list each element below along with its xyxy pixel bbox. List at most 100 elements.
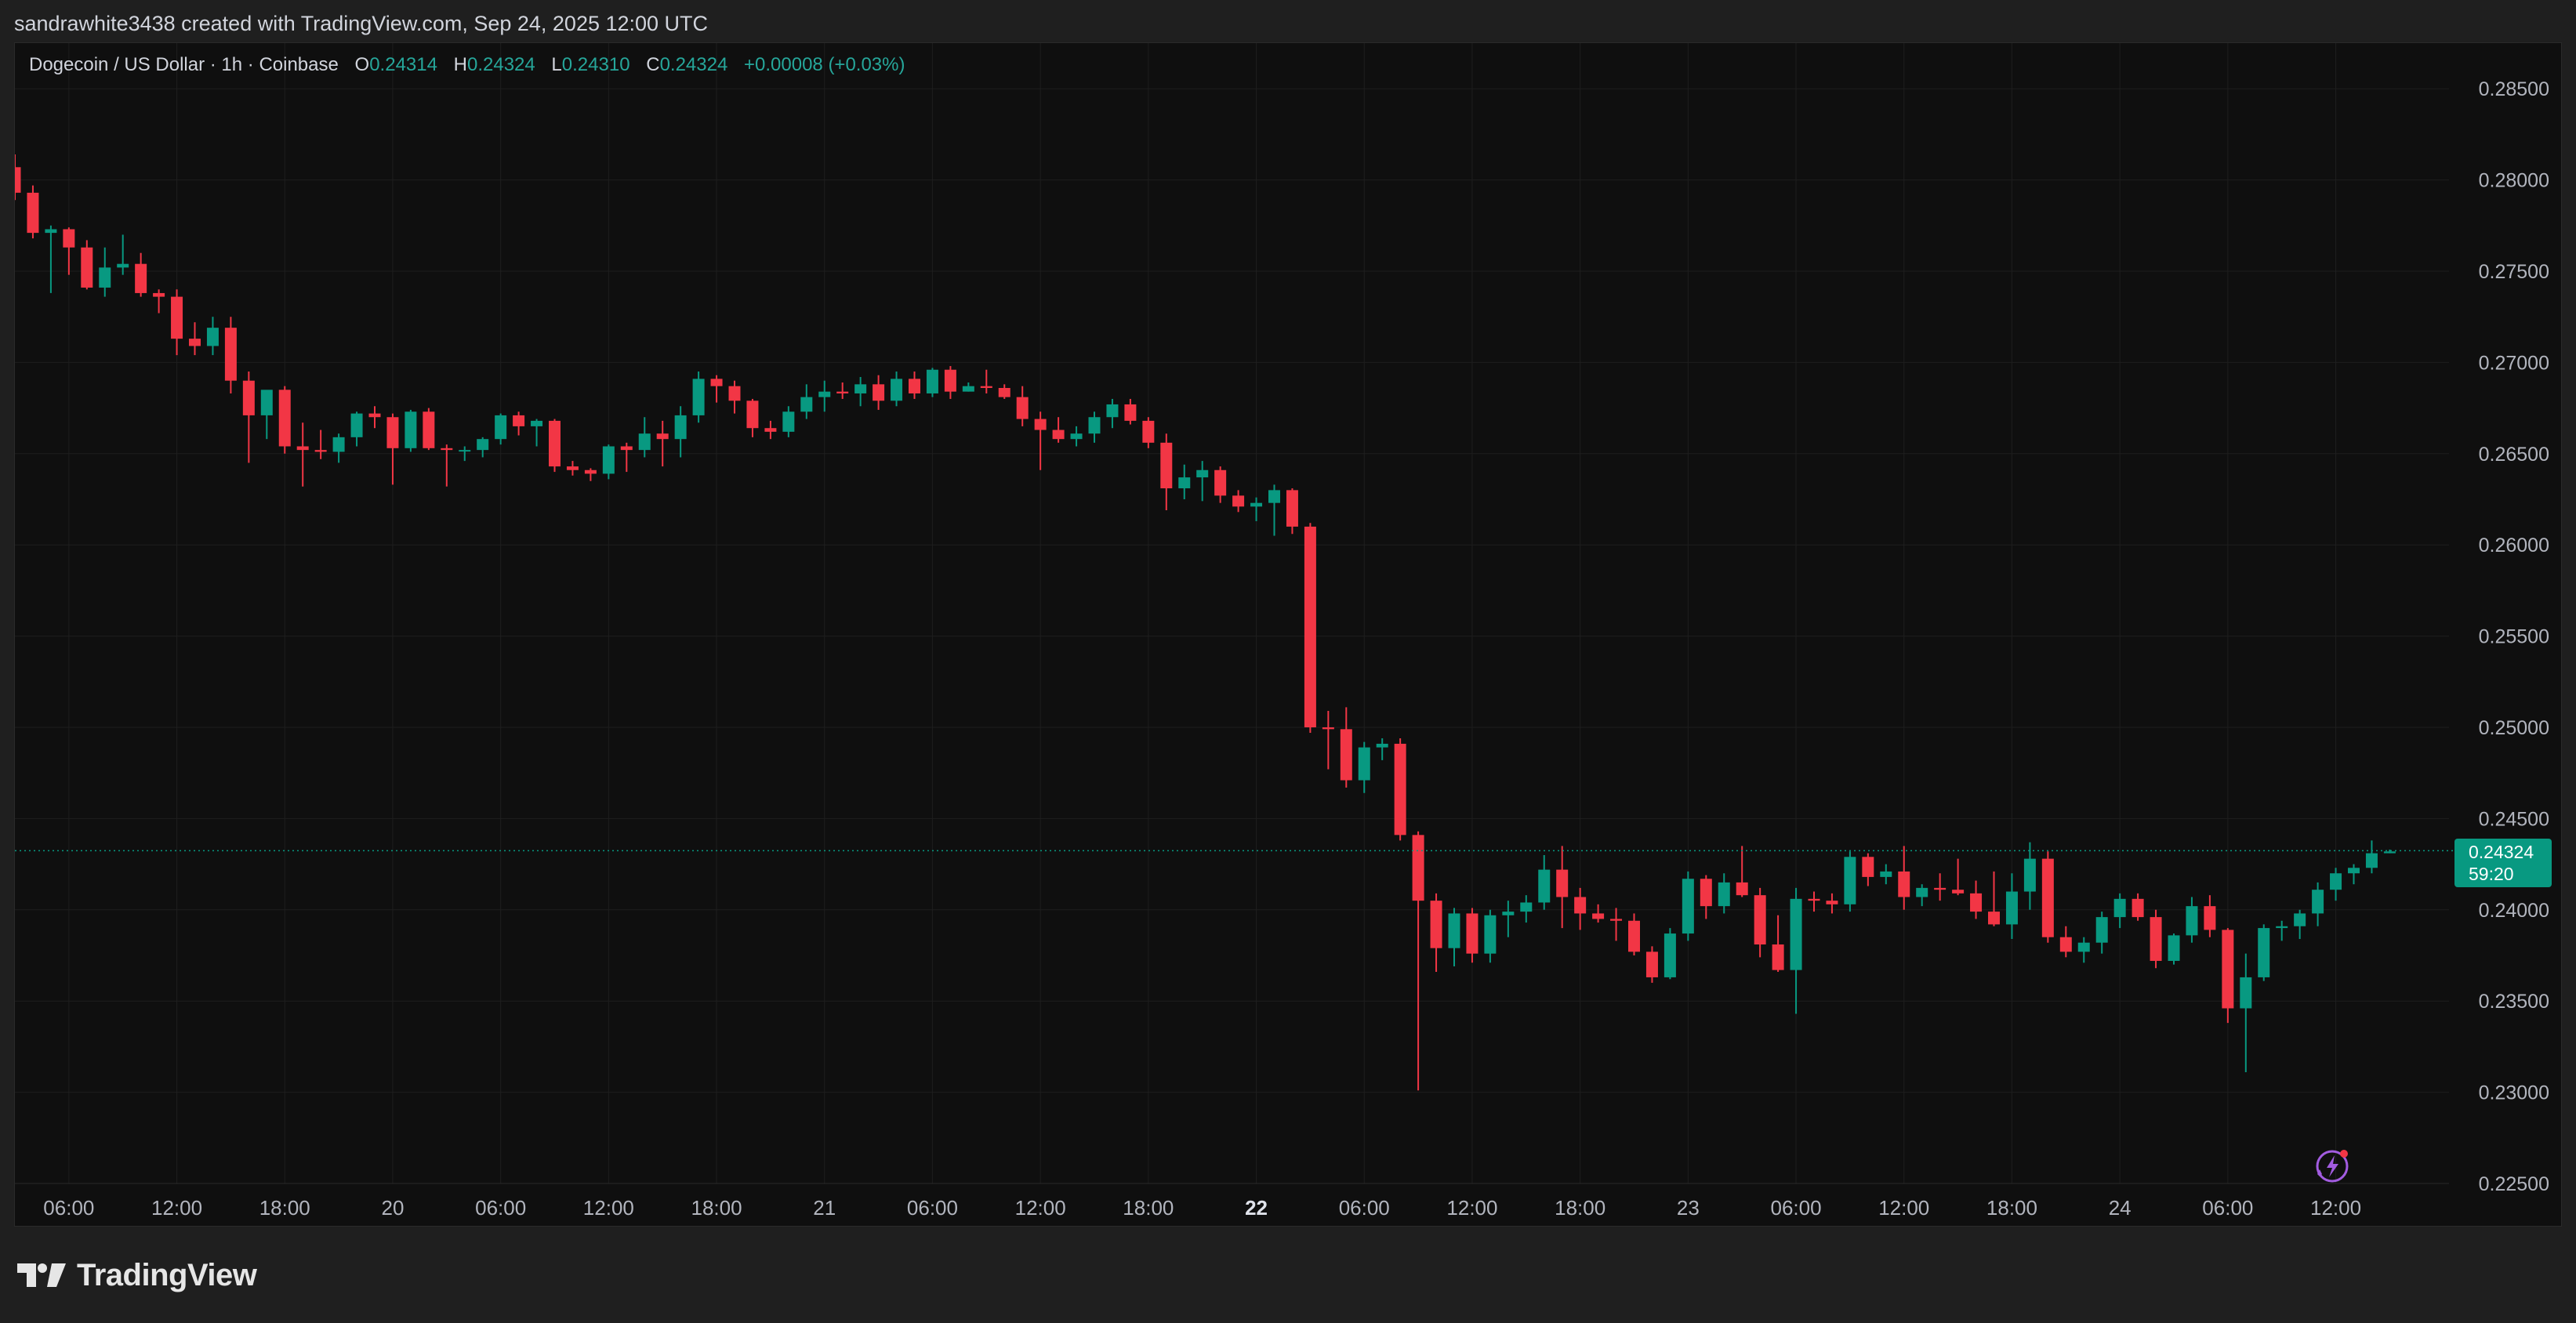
y-axis-tick-label: 0.22500 [2479, 1173, 2549, 1195]
candle-body [2294, 913, 2306, 926]
candle-body [836, 391, 849, 393]
candle-body [1574, 897, 1587, 914]
candle-body [1394, 743, 1406, 835]
candle-body [854, 384, 867, 393]
x-axis-tick-label: 06:00 [43, 1196, 94, 1220]
candle-body [1790, 898, 1802, 970]
candle-body [602, 446, 615, 474]
candle-body [117, 263, 129, 268]
y-axis-tick-label: 0.25500 [2479, 626, 2549, 648]
low-value: 0.24310 [561, 54, 630, 75]
candle-body [224, 328, 237, 381]
candle-body [1880, 871, 1892, 877]
y-axis-tick-label: 0.28500 [2479, 78, 2549, 100]
candle-body [441, 448, 453, 451]
x-axis-tick-label: 12:00 [1446, 1196, 1497, 1220]
candle-body [27, 192, 39, 234]
x-axis-tick-label: 12:00 [151, 1196, 202, 1220]
candle-body [81, 247, 93, 288]
candle-body [2150, 917, 2162, 961]
candle-body [2365, 853, 2378, 868]
candle-body [2276, 926, 2288, 929]
candle-body [728, 386, 741, 401]
candle-body [1520, 902, 1533, 912]
candle-body [1412, 835, 1424, 901]
candle-body [1214, 469, 1227, 496]
tradingview-logo[interactable]: TradingView [17, 1256, 257, 1295]
candle-body [1718, 882, 1730, 907]
candle-body [1430, 901, 1442, 948]
y-axis-tick-label: 0.28000 [2479, 170, 2549, 192]
high-value: 0.24324 [466, 54, 535, 75]
candle-body [2204, 906, 2216, 930]
candle-body [2168, 935, 2180, 961]
candle-body [620, 446, 633, 451]
candle-body [1250, 502, 1263, 507]
candle-body [1322, 727, 1334, 730]
lightning-icon[interactable] [2311, 1144, 2353, 1187]
candle-body [206, 328, 219, 346]
candle-body [2348, 868, 2360, 874]
candle-body [1682, 879, 1694, 934]
candle-body [1808, 898, 1820, 901]
candle-body [1034, 419, 1047, 430]
candle-body [1304, 526, 1316, 727]
candle-body [1916, 887, 1928, 897]
candle-body [656, 433, 669, 440]
candle-body [1538, 869, 1551, 903]
symbol-title: Dogecoin / US Dollar · 1h · Coinbase [29, 54, 339, 75]
candle-body [513, 415, 525, 426]
candle-body [980, 386, 992, 388]
candle-body [1736, 882, 1748, 896]
y-axis-tick-label: 0.23500 [2479, 991, 2549, 1013]
candle-body [891, 379, 903, 401]
candle-body [1142, 420, 1155, 443]
y-axis-tick-label: 0.27500 [2479, 261, 2549, 283]
candle-body [495, 415, 507, 440]
x-axis-tick-label: 12:00 [583, 1196, 634, 1220]
y-axis-tick-label: 0.24500 [2479, 808, 2549, 830]
candle-body [764, 428, 777, 432]
candle-body [531, 420, 543, 426]
chart-pane[interactable]: 0.28500 0.28000 0.27500 0.27000 0.26500 0.260… [14, 42, 2562, 1227]
x-axis-tick-label: 18:00 [1123, 1196, 1174, 1220]
x-axis-tick-label: 12:00 [1015, 1196, 1066, 1220]
x-axis-tick-label: 20 [381, 1196, 404, 1220]
candle-body [1556, 869, 1569, 897]
x-axis-tick-label: 18:00 [691, 1196, 742, 1220]
x-axis-tick-label: 06:00 [1339, 1196, 1390, 1220]
open-value: 0.24314 [369, 54, 437, 75]
y-axis-tick-label: 0.25000 [2479, 717, 2549, 739]
tradingview-logo-icon [17, 1263, 66, 1287]
brand-name: TradingView [77, 1257, 257, 1292]
candle-body [692, 379, 705, 415]
candle-body [2023, 858, 2036, 892]
candle-body [1826, 901, 1838, 904]
candle-body [1970, 893, 1983, 912]
x-axis-tick-label: 18:00 [259, 1196, 310, 1220]
candle-body [782, 411, 795, 432]
candle-body [63, 229, 75, 248]
close-value: 0.24324 [659, 54, 728, 75]
y-axis-tick-label: 0.27000 [2479, 352, 2549, 374]
candle-body [314, 450, 327, 452]
candle-body [818, 391, 831, 397]
x-axis-tick-label: 12:00 [2310, 1196, 2361, 1220]
candle-body [242, 380, 255, 415]
candle-body [2258, 928, 2270, 977]
candle-body [1178, 477, 1191, 489]
candle-body [1952, 890, 1965, 893]
candle-body [423, 411, 435, 448]
bar-countdown: 59:20 [2469, 864, 2514, 884]
candle-body [1484, 915, 1497, 954]
candle-body [1628, 920, 1640, 952]
high-label: H [453, 54, 467, 75]
candle-body [873, 384, 885, 401]
candle-body [962, 386, 974, 392]
last-price-value: 0.24324 [2469, 842, 2534, 862]
x-axis-tick-label: 21 [813, 1196, 836, 1220]
candlestick-chart[interactable]: 0.28500 0.28000 0.27500 0.27000 0.26500 0.260… [15, 43, 2561, 1226]
candle-body [1772, 944, 1784, 970]
change-value: +0.00008 (+0.03%) [744, 54, 905, 75]
candle-body [566, 466, 579, 470]
